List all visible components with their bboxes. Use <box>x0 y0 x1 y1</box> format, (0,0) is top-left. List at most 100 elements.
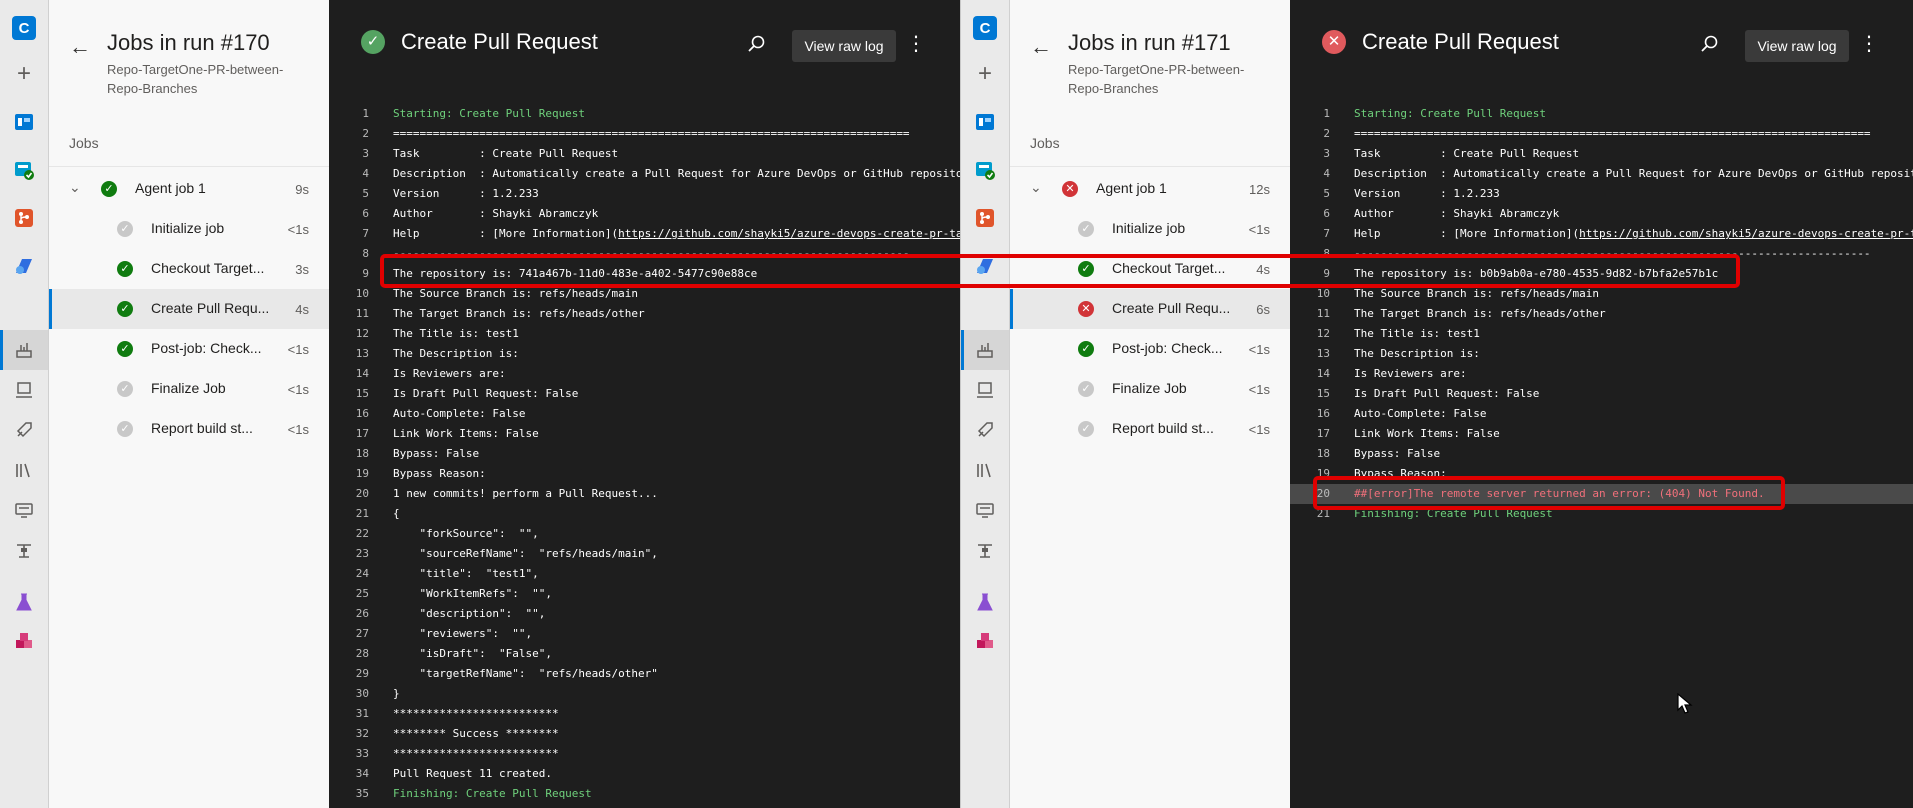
step-label: Initialize job <box>1112 220 1186 236</box>
step-duration: 4s <box>295 302 309 317</box>
test-plans-icon[interactable] <box>973 590 997 614</box>
log-line: 20 1 new commits! perform a Pull Request.… <box>329 484 960 504</box>
back-arrow-icon[interactable]: ← <box>69 34 91 60</box>
more-options-icon[interactable]: ⋮ <box>906 34 926 54</box>
git-icon[interactable] <box>12 206 36 230</box>
line-number: 8 <box>362 247 369 260</box>
step-row[interactable]: ✓ Post-job: Check... <1s <box>1010 329 1290 369</box>
line-text: Version : 1.2.233 <box>393 187 539 200</box>
step-row[interactable]: ✓ Report build st... <1s <box>49 409 329 449</box>
org-icon[interactable]: C <box>12 16 36 40</box>
log-line: 17 Link Work Items: False <box>329 424 960 444</box>
step-row[interactable]: ✓ Initialize job <1s <box>1010 209 1290 249</box>
plus-icon[interactable]: + <box>973 60 997 87</box>
chevron-down-icon[interactable]: ⌄ <box>1030 179 1042 196</box>
step-row[interactable]: ✓ Finalize Job <1s <box>49 369 329 409</box>
log-line: 8 ---------------------------------------… <box>329 244 960 264</box>
step-row[interactable]: ✓ Post-job: Check... <1s <box>49 329 329 369</box>
more-options-icon[interactable]: ⋮ <box>1859 34 1879 54</box>
log-header: ✓ Create Pull Request View raw log ⋮ <box>329 0 960 80</box>
line-number: 19 <box>1316 467 1330 480</box>
boards-icon[interactable] <box>973 110 997 134</box>
step-row[interactable]: ✕ Create Pull Requ... 6s <box>1010 289 1290 329</box>
line-number: 7 <box>1323 227 1330 240</box>
nav-rail: C + <box>0 0 49 808</box>
log-line: 16 Auto-Complete: False <box>1290 404 1913 424</box>
artifacts-icon[interactable] <box>12 630 36 654</box>
line-number: 12 <box>1316 327 1330 340</box>
artifacts-icon[interactable] <box>973 630 997 654</box>
step-row[interactable]: ✓ Create Pull Requ... 4s <box>49 289 329 329</box>
log-line: 21 { <box>329 504 960 524</box>
line-number: 13 <box>355 347 369 360</box>
step-duration: <1s <box>287 382 309 397</box>
agent-job-row[interactable]: ⌄ ✕ Agent job 1 12s <box>1010 169 1290 209</box>
builds-icon[interactable] <box>12 338 36 362</box>
log-line: 27 "reviewers": "", <box>329 624 960 644</box>
line-text: ************************* <box>393 747 559 760</box>
jobs-panel: ← Jobs in run #171 Repo-TargetOne-PR-betwe… <box>1010 0 1290 808</box>
run-171-panel: C + ← Jobs in run #171 Repo-TargetOne-PR-bet… <box>961 0 1913 808</box>
step-row[interactable]: ✓ Checkout Target... 3s <box>49 249 329 289</box>
line-number: 15 <box>1316 387 1330 400</box>
line-text: "WorkItemRefs": "", <box>393 587 552 600</box>
step-row[interactable]: ✓ Initialize job <1s <box>49 209 329 249</box>
line-text: Author : Shayki Abramczyk <box>393 207 599 220</box>
log-line: 18 Bypass: False <box>329 444 960 464</box>
line-text: ******** Success ******** <box>393 727 559 740</box>
pipelines-icon[interactable] <box>12 254 36 278</box>
help-link[interactable]: https://github.com/shayki5/azure-devops-… <box>1579 227 1913 240</box>
deployment-groups-icon[interactable] <box>12 538 36 562</box>
log-line: 9 The repository is: 741a467b-11d0-483e-a… <box>329 264 960 284</box>
log-line: 20 ##[error]The remote server returned an… <box>1290 484 1913 504</box>
agent-job-row[interactable]: ⌄ ✓ Agent job 1 9s <box>49 169 329 209</box>
line-text: The Source Branch is: refs/heads/main <box>393 287 639 300</box>
library-icon[interactable] <box>12 458 36 482</box>
git-icon[interactable] <box>973 206 997 230</box>
help-link[interactable]: https://github.com/shayki5/azure-devops-… <box>618 227 960 240</box>
deployment-groups-icon[interactable] <box>973 538 997 562</box>
agent-job-duration: 9s <box>295 182 309 197</box>
builds-icon[interactable] <box>973 338 997 362</box>
step-row[interactable]: ✓ Checkout Target... 4s <box>1010 249 1290 289</box>
repos-icon[interactable] <box>12 158 36 182</box>
line-number: 6 <box>362 207 369 220</box>
library-icon[interactable] <box>973 458 997 482</box>
task-groups-icon[interactable] <box>973 498 997 522</box>
view-raw-log-button[interactable]: View raw log <box>792 30 896 62</box>
search-icon[interactable] <box>747 34 767 54</box>
page-title: Jobs in run #171 <box>1068 30 1231 55</box>
org-icon[interactable]: C <box>973 16 997 40</box>
releases-icon[interactable] <box>973 418 997 442</box>
releases-icon[interactable] <box>12 418 36 442</box>
failed-status-icon: ✕ <box>1322 30 1346 54</box>
step-row[interactable]: ✓ Report build st... <1s <box>1010 409 1290 449</box>
environments-icon[interactable] <box>973 378 997 402</box>
log-line: 26 "description": "", <box>329 604 960 624</box>
pipeline-name: Repo-TargetOne-PR-between-Repo-Branches <box>1068 62 1245 96</box>
boards-icon[interactable] <box>12 110 36 134</box>
plus-icon[interactable]: + <box>12 60 36 87</box>
log-line: 14 Is Reviewers are: <box>1290 364 1913 384</box>
line-text: Starting: Create Pull Request <box>393 107 586 120</box>
view-raw-log-button[interactable]: View raw log <box>1745 30 1849 62</box>
log-line: 5 Version : 1.2.233 <box>1290 184 1913 204</box>
step-row[interactable]: ✓ Finalize Job <1s <box>1010 369 1290 409</box>
step-label: Checkout Target... <box>151 260 265 276</box>
test-plans-icon[interactable] <box>12 590 36 614</box>
back-arrow-icon[interactable]: ← <box>1030 34 1052 60</box>
environments-icon[interactable] <box>12 378 36 402</box>
pipelines-icon[interactable] <box>973 254 997 278</box>
line-text: "description": "", <box>393 607 546 620</box>
line-number: 3 <box>1323 147 1330 160</box>
log-line: 25 "WorkItemRefs": "", <box>329 584 960 604</box>
search-icon[interactable] <box>1700 34 1720 54</box>
line-text: Bypass: False <box>393 447 480 460</box>
task-groups-icon[interactable] <box>12 498 36 522</box>
chevron-down-icon[interactable]: ⌄ <box>69 179 81 196</box>
skipped-status-icon: ✓ <box>117 381 133 397</box>
line-text: ************************* <box>393 707 559 720</box>
log-line: 8 ---------------------------------------… <box>1290 244 1913 264</box>
step-duration: <1s <box>1248 422 1270 437</box>
repos-icon[interactable] <box>973 158 997 182</box>
